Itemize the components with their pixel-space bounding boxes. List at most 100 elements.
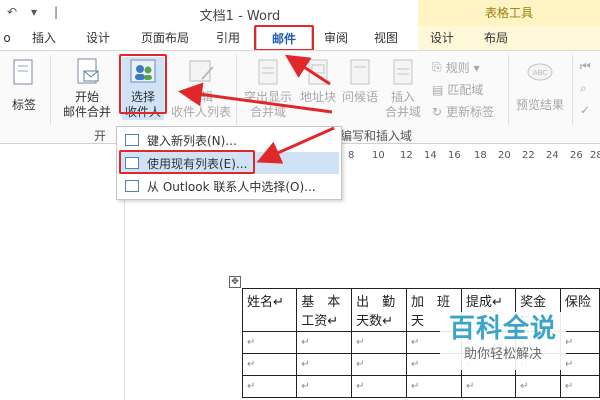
check-errors-icon[interactable]: ✓ <box>580 103 590 117</box>
table-cell[interactable]: ↵ <box>241 331 298 354</box>
greeting-line-icon <box>350 59 370 85</box>
menu-item-outlook-contacts[interactable]: 从 Outlook 联系人中选择(O)... <box>119 175 339 197</box>
watermark-subtitle: 助你轻松解决 <box>463 347 542 362</box>
separator <box>50 55 51 125</box>
tab-file[interactable]: o <box>0 26 14 50</box>
first-record-icon[interactable]: ⏮ <box>580 59 591 74</box>
group-label-write-insert: 编写和插入域 <box>340 129 413 143</box>
table-header-cell[interactable]: 保险 <box>559 288 600 332</box>
rules-label: 规则 <box>445 61 470 75</box>
address-block-button[interactable]: 地址块 <box>296 57 340 105</box>
update-labels-label: 更新标签 <box>446 105 495 119</box>
start-mail-merge-line1: 开始 <box>74 90 99 104</box>
find-recipient-icon[interactable]: ⌕ <box>580 81 587 96</box>
edit-recipient-list-button[interactable]: 编辑 收件人列表 <box>168 57 234 120</box>
update-labels-button[interactable]: ↻ 更新标签 <box>432 103 494 120</box>
greeting-line-button[interactable]: 问候语 <box>338 57 382 105</box>
table-cell[interactable]: ↵ <box>460 375 517 398</box>
start-mail-merge-line2: 邮件合并 <box>62 105 111 119</box>
address-block-label: 地址块 <box>299 90 336 104</box>
tab-design[interactable]: 设计 <box>76 26 120 50</box>
title-bar: ↶ ▾ | 文档1 - Word 表格工具 <box>0 0 600 26</box>
ruler-mark: 22 <box>522 150 535 161</box>
address-block-icon <box>308 59 328 85</box>
ruler-mark: 12 <box>400 150 413 161</box>
window-title: 文档1 - Word <box>199 9 281 24</box>
insert-field-line1: 插入 <box>390 90 415 104</box>
edit-recipients-line2: 收件人列表 <box>170 105 231 119</box>
table-cell[interactable]: ↵ <box>241 353 298 376</box>
match-fields-icon: ▤ <box>432 82 444 97</box>
edit-list-icon <box>189 60 214 82</box>
insert-field-icon <box>393 59 413 85</box>
highlight-fields-line2: 合并域 <box>249 105 286 119</box>
table-cell[interactable]: ↵ <box>351 353 408 376</box>
horizontal-ruler[interactable]: 8 10 12 14 16 18 20 22 24 26 28 <box>340 150 600 164</box>
watermark-logo: 百科全说 助你轻松解决 <box>440 312 566 370</box>
labels-label: 标签 <box>11 98 36 112</box>
ruler-mark: 28 <box>590 150 600 161</box>
table-row: ↵ ↵ ↵ ↵ ↵ ↵ ↵ <box>241 375 600 398</box>
match-fields-label: 匹配域 <box>447 83 484 97</box>
table-cell[interactable]: ↵ <box>406 375 462 398</box>
separator <box>508 55 509 125</box>
greeting-line-label: 问候语 <box>341 90 378 104</box>
labels-button[interactable]: 标签 <box>4 57 44 113</box>
preview-results-label: 预览结果 <box>515 98 564 112</box>
tab-view[interactable]: 视图 <box>364 26 408 50</box>
table-cell[interactable]: ↵ <box>515 375 561 398</box>
update-labels-icon: ↻ <box>432 104 443 119</box>
tab-page-layout[interactable]: 页面布局 <box>130 26 200 50</box>
start-mail-merge-button[interactable]: 开始 邮件合并 <box>56 57 118 120</box>
group-label-start: 开 <box>94 129 107 143</box>
separator <box>572 55 573 125</box>
table-header-cell[interactable]: 出 勤天数↵ <box>351 288 408 332</box>
select-recipients-highlight <box>119 54 167 114</box>
tab-references[interactable]: 引用 <box>206 26 250 50</box>
edit-recipients-line1: 编辑 <box>188 90 213 104</box>
preview-results-button[interactable]: ABC 预览结果 <box>512 57 568 113</box>
separator <box>236 55 237 125</box>
table-cell[interactable]: ↵ <box>351 331 408 354</box>
outlook-contacts-icon <box>125 180 139 192</box>
table-cell[interactable]: ↵ <box>351 375 408 398</box>
tab-review[interactable]: 审阅 <box>314 26 358 50</box>
table-header-cell[interactable]: 姓名↵ <box>241 288 298 332</box>
chevron-down-icon: ▾ <box>473 60 480 75</box>
ruler-mark: 18 <box>474 150 487 161</box>
menu-item-type-new-list[interactable]: 键入新列表(N)... <box>119 129 339 151</box>
mailings-tab-highlight <box>254 25 314 51</box>
table-cell[interactable]: ↵ <box>296 375 353 398</box>
rules-icon: ⎘ <box>432 60 442 74</box>
rules-button[interactable]: ⎘ 规则 ▾ <box>432 59 480 76</box>
ruler-mark: 14 <box>424 150 437 161</box>
table-header-cell[interactable]: 基 本工资↵ <box>296 288 353 332</box>
document-mail-icon <box>77 58 99 84</box>
table-tools-label: 表格工具 <box>418 0 600 26</box>
ruler-mark: 8 <box>348 150 355 161</box>
ruler-mark: 16 <box>448 150 461 161</box>
tab-table-layout[interactable]: 布局 <box>474 26 518 50</box>
watermark-title: 百科全说 <box>448 314 557 344</box>
tab-table-design[interactable]: 设计 <box>420 26 464 50</box>
ruler-mark: 26 <box>570 150 583 161</box>
menu-item-label: 键入新列表(N)... <box>147 133 237 148</box>
new-list-icon <box>125 134 139 146</box>
highlight-merge-fields-button[interactable]: 突出显示 合并域 <box>240 57 296 120</box>
table-cell[interactable]: ↵ <box>296 331 353 354</box>
use-existing-list-highlight <box>119 150 255 174</box>
table-cell[interactable]: ↵ <box>559 353 600 376</box>
svg-text:ABC: ABC <box>533 69 547 77</box>
insert-merge-field-button[interactable]: 插入 合并域 <box>380 57 426 120</box>
table-move-handle-icon[interactable]: ✥ <box>229 276 241 288</box>
table-cell[interactable]: ↵ <box>241 375 298 398</box>
tab-insert[interactable]: 插入 <box>22 26 66 50</box>
insert-field-line2: 合并域 <box>384 105 421 119</box>
table-cell[interactable]: ↵ <box>559 331 600 354</box>
match-fields-button[interactable]: ▤ 匹配域 <box>432 81 483 98</box>
table-cell[interactable]: ↵ <box>296 353 353 376</box>
table-cell[interactable]: ↵ <box>559 375 600 398</box>
labels-icon <box>13 59 33 85</box>
ruler-mark: 24 <box>546 150 559 161</box>
preview-icon: ABC <box>527 63 553 81</box>
